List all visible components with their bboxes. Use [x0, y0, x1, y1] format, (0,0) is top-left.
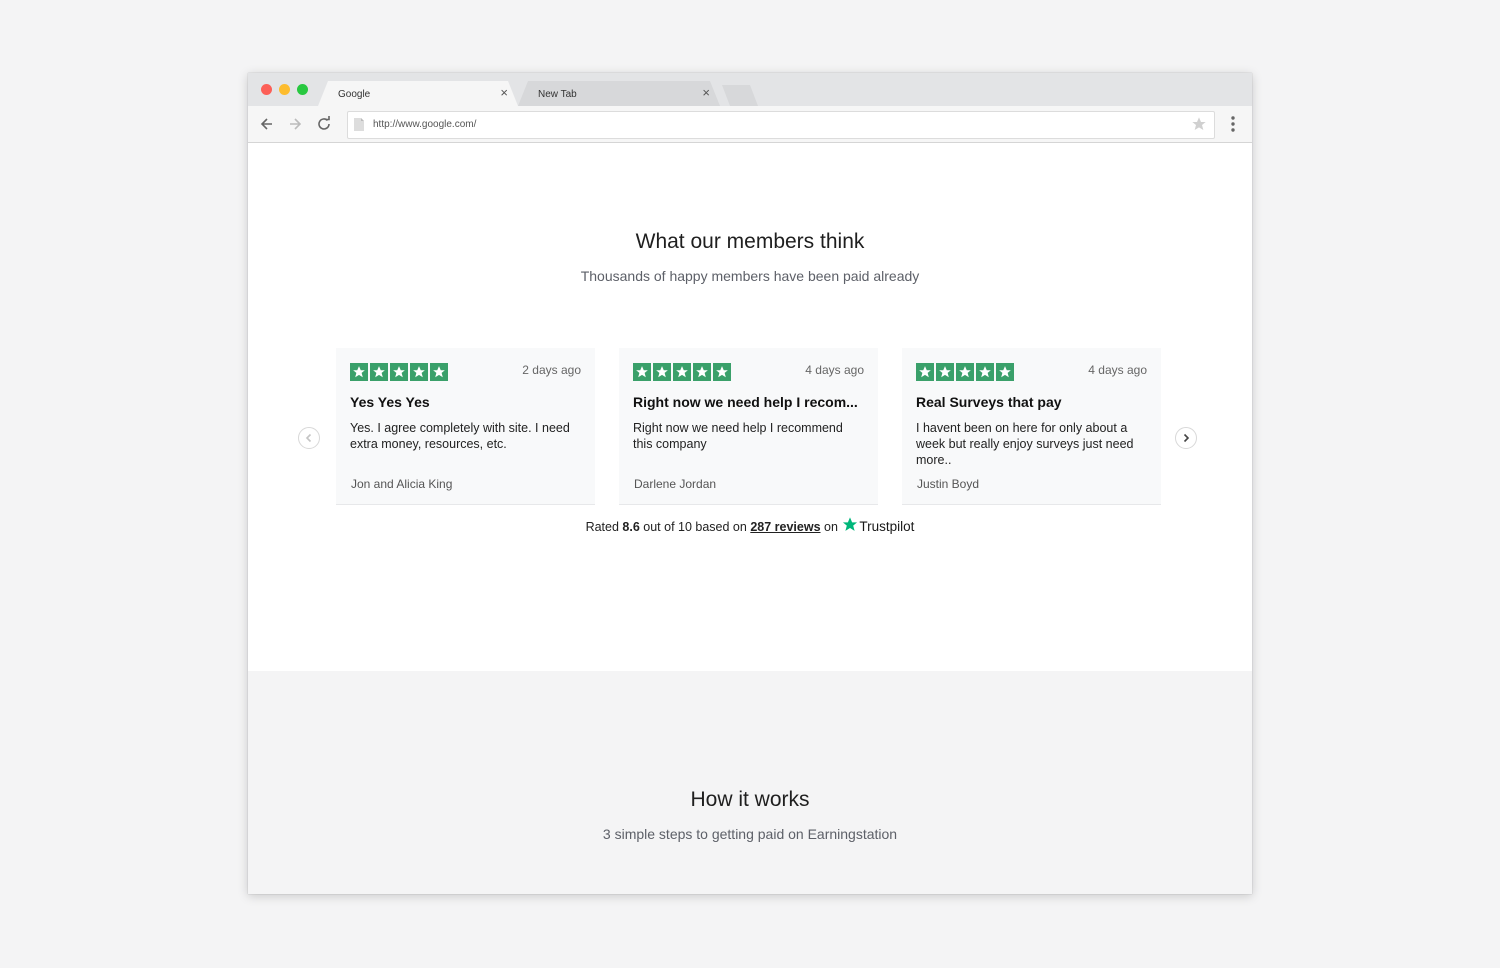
rating-on: on [824, 520, 838, 534]
rating-score: 8.6 [622, 520, 640, 534]
new-tab-button[interactable] [722, 85, 758, 106]
carousel-prev-button[interactable] [298, 427, 320, 449]
page-icon [354, 118, 364, 136]
review-card[interactable]: 2 days ago Yes Yes Yes Yes. I agree comp… [336, 348, 595, 505]
star-icon [693, 363, 711, 381]
star-icon [350, 363, 368, 381]
tab-close-icon[interactable]: × [702, 86, 710, 99]
minimize-window-button[interactable] [279, 84, 290, 95]
review-time: 4 days ago [805, 363, 864, 377]
how-it-works-subheading: 3 simple steps to getting paid on Earnin… [602, 826, 898, 842]
chevron-right-icon [1183, 433, 1190, 443]
browser-window: Google × New Tab × http://www.google.com… [248, 73, 1252, 894]
page-content: What our members think Thousands of happ… [248, 143, 1252, 894]
maximize-window-button[interactable] [297, 84, 308, 95]
trustpilot-logo[interactable]: Trustpilot [859, 519, 914, 534]
star-icon [936, 363, 954, 381]
reviews-count-link[interactable]: 287 reviews [750, 520, 820, 534]
forward-arrow-icon[interactable] [285, 114, 305, 134]
close-window-button[interactable] [261, 84, 272, 95]
review-card[interactable]: 4 days ago Real Surveys that pay I haven… [902, 348, 1161, 505]
bookmark-star-icon[interactable] [1191, 116, 1207, 137]
menu-dots-icon[interactable] [1225, 115, 1241, 133]
star-icon [410, 363, 428, 381]
review-time: 4 days ago [1088, 363, 1147, 377]
trustpilot-star-icon [841, 517, 859, 534]
reviews-section: What our members think Thousands of happ… [248, 143, 1252, 671]
tab-close-icon[interactable]: × [500, 86, 508, 99]
address-bar[interactable]: http://www.google.com/ [347, 111, 1215, 139]
star-icon [430, 363, 448, 381]
rating-prefix: Rated [585, 520, 619, 534]
review-body: Yes. I agree completely with site. I nee… [350, 421, 570, 451]
star-icon [673, 363, 691, 381]
browser-toolbar: http://www.google.com/ [248, 106, 1252, 143]
review-card[interactable]: 4 days ago Right now we need help I reco… [619, 348, 878, 505]
how-it-works-heading: How it works [690, 788, 810, 811]
star-icon [916, 363, 934, 381]
rating-mid: out of 10 based on [643, 520, 747, 534]
star-icon [653, 363, 671, 381]
star-icon [996, 363, 1014, 381]
star-rating [916, 363, 1014, 381]
review-body: Right now we need help I recommend this … [633, 421, 843, 451]
reviews-subheading: Thousands of happy members have been pai… [580, 268, 920, 284]
how-it-works-section: How it works 3 simple steps to getting p… [248, 671, 1252, 894]
star-icon [976, 363, 994, 381]
star-rating [633, 363, 731, 381]
star-icon [370, 363, 388, 381]
tab-google[interactable]: Google × [318, 81, 518, 106]
url-text[interactable]: http://www.google.com/ [373, 119, 476, 130]
star-icon [633, 363, 651, 381]
tab-title: New Tab [538, 89, 577, 100]
review-body: I havent been on here for only about a w… [916, 421, 1134, 467]
star-icon [956, 363, 974, 381]
review-author: Justin Boyd [917, 477, 980, 491]
tab-strip: Google × New Tab × [248, 73, 1252, 106]
tab-new-tab[interactable]: New Tab × [518, 81, 720, 106]
reload-icon[interactable] [314, 114, 334, 134]
back-arrow-icon[interactable] [257, 114, 277, 134]
reviews-heading: What our members think [635, 230, 865, 253]
trustpilot-rating: Rated 8.6 out of 10 based on 287 reviews… [248, 516, 1252, 534]
chevron-left-icon [305, 433, 312, 443]
review-title: Real Surveys that pay [916, 394, 1062, 410]
star-icon [390, 363, 408, 381]
star-icon [713, 363, 731, 381]
review-title: Right now we need help I recom... [633, 394, 858, 410]
review-time: 2 days ago [522, 363, 581, 377]
star-rating [350, 363, 448, 381]
tab-title: Google [338, 89, 371, 100]
carousel-next-button[interactable] [1175, 427, 1197, 449]
review-title: Yes Yes Yes [350, 394, 430, 410]
review-author: Jon and Alicia King [351, 477, 453, 491]
review-author: Darlene Jordan [634, 477, 717, 491]
